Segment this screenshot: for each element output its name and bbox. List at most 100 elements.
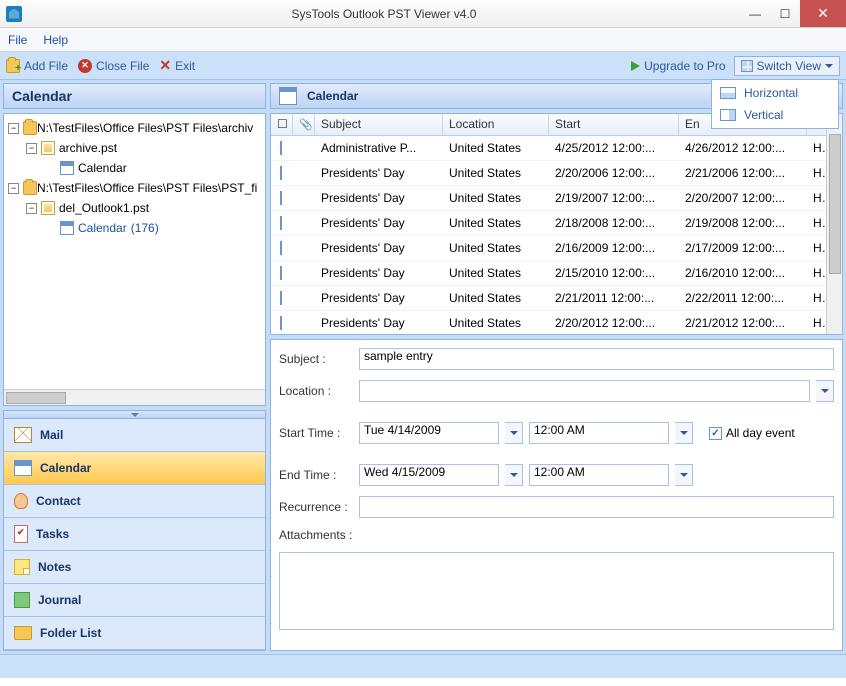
nav-mail[interactable]: Mail [4,419,265,452]
close-button[interactable]: ✕ [800,0,846,27]
all-day-checkbox[interactable]: ✓ All day event [709,426,795,440]
cell-location: United States [443,216,549,230]
col-attachment[interactable]: 📎 [293,114,315,135]
scrollbar-thumb[interactable] [6,392,66,404]
col-location[interactable]: Location [443,114,549,135]
vertical-scrollbar[interactable] [826,114,842,334]
cell-location: United States [443,191,549,205]
calendar-icon [280,166,282,180]
titlebar: SysTools Outlook PST Viewer v4.0 — ☐ ✕ [0,0,846,28]
cell-subject: Presidents' Day [315,241,443,255]
nav-folderlist[interactable]: Folder List [4,617,265,650]
tree-collapse-icon[interactable]: − [8,183,19,194]
window-title: SysTools Outlook PST Viewer v4.0 [28,7,740,21]
col-subject[interactable]: Subject [315,114,443,135]
tree-node[interactable]: Calendar (176) [4,218,265,238]
cell-end: 2/20/2007 12:00:... [679,191,807,205]
nav-notes[interactable]: Notes [4,551,265,584]
tree-collapse-icon[interactable]: − [26,143,37,154]
col-start[interactable]: Start [549,114,679,135]
switch-view-horizontal[interactable]: Horizontal [714,82,836,104]
col-icon[interactable]: ☐ [271,114,293,135]
pst-file-icon [41,141,55,155]
close-file-button[interactable]: ✕ Close File [78,59,149,73]
table-row[interactable]: Administrative P...United States4/25/201… [271,136,842,161]
attachments-box[interactable] [279,552,834,630]
table-row[interactable]: Presidents' DayUnited States2/15/2010 12… [271,261,842,286]
tree-collapse-icon[interactable]: − [8,123,19,134]
nav-calendar[interactable]: Calendar [4,452,265,485]
start-time-field[interactable]: 12:00 AM [529,422,669,444]
menu-help[interactable]: Help [43,33,68,47]
calendar-icon [280,216,282,230]
end-date-dropdown[interactable] [505,464,523,486]
nav-tasks[interactable]: Tasks [4,518,265,551]
upgrade-label: Upgrade to Pro [644,59,725,73]
tree-node[interactable]: − N:\TestFiles\Office Files\PST Files\ar… [4,118,265,138]
end-time-field[interactable]: 12:00 AM [529,464,669,486]
pst-file-icon [41,201,55,215]
close-file-icon: ✕ [78,59,92,73]
cell-start: 2/16/2009 12:00:... [549,241,679,255]
tree-node[interactable]: − archive.pst [4,138,265,158]
calendar-icon [280,191,282,205]
cell-subject: Presidents' Day [315,316,443,330]
start-time-dropdown[interactable] [675,422,693,444]
location-dropdown[interactable] [816,380,834,402]
upgrade-button[interactable]: Upgrade to Pro [631,59,725,73]
nav-journal[interactable]: Journal [4,584,265,617]
maximize-button[interactable]: ☐ [770,0,800,27]
exit-label: Exit [175,59,195,73]
table-row[interactable]: Presidents' DayUnited States2/20/2006 12… [271,161,842,186]
recurrence-field[interactable] [359,496,834,518]
table-row[interactable]: Presidents' DayUnited States2/18/2008 12… [271,211,842,236]
exit-button[interactable]: ✕ Exit [159,57,195,74]
cell-location: United States [443,291,549,305]
horizontal-scrollbar[interactable] [4,389,265,405]
cell-end: 2/19/2008 12:00:... [679,216,807,230]
subject-field[interactable]: sample entry [359,348,834,370]
cell-location: United States [443,316,549,330]
nav-label: Contact [36,494,81,508]
add-file-button[interactable]: Add File [6,59,68,73]
nav-label: Journal [38,593,81,607]
cell-start: 2/21/2011 12:00:... [549,291,679,305]
location-field[interactable] [359,380,810,402]
switch-view-button[interactable]: Switch View Horizontal Vertical [734,56,840,76]
chevron-down-icon [825,64,833,68]
switch-view-label: Switch View [757,59,821,73]
chevron-down-icon [510,431,518,435]
nav-contact[interactable]: Contact [4,485,265,518]
table-row[interactable]: Presidents' DayUnited States2/16/2009 12… [271,236,842,261]
start-time-label: Start Time : [279,426,353,440]
calendar-icon [280,141,282,155]
cell-location: United States [443,141,549,155]
end-time-dropdown[interactable] [675,464,693,486]
recurrence-label: Recurrence : [279,500,353,514]
switch-view-vertical[interactable]: Vertical [714,104,836,126]
location-label: Location : [279,384,353,398]
table-row[interactable]: Presidents' DayUnited States2/19/2007 12… [271,186,842,211]
event-detail: Subject : sample entry Location : Start … [270,339,843,651]
cell-subject: Presidents' Day [315,291,443,305]
cell-subject: Presidents' Day [315,216,443,230]
start-date-field[interactable]: Tue 4/14/2009 [359,422,499,444]
minimize-button[interactable]: — [740,0,770,27]
menu-file[interactable]: File [8,33,27,47]
tree-node[interactable]: − N:\TestFiles\Office Files\PST Files\PS… [4,178,265,198]
left-pane: Calendar − N:\TestFiles\Office Files\PST… [3,83,266,651]
attachment-icon: 📎 [299,119,313,131]
scrollbar-thumb[interactable] [829,134,841,274]
end-date-field[interactable]: Wed 4/15/2009 [359,464,499,486]
nav-label: Notes [38,560,71,574]
chevron-down-icon [680,473,688,477]
tree-node[interactable]: Calendar [4,158,265,178]
tree-collapse-icon[interactable]: − [26,203,37,214]
nav-collapse-handle[interactable] [4,411,265,419]
table-row[interactable]: Presidents' DayUnited States2/20/2012 12… [271,311,842,335]
all-day-label: All day event [726,426,795,440]
start-date-dropdown[interactable] [505,422,523,444]
table-row[interactable]: Presidents' DayUnited States2/21/2011 12… [271,286,842,311]
navigation-pane: Mail Calendar Contact Tasks Notes Journa… [3,410,266,651]
tree-node[interactable]: − del_Outlook1.pst [4,198,265,218]
